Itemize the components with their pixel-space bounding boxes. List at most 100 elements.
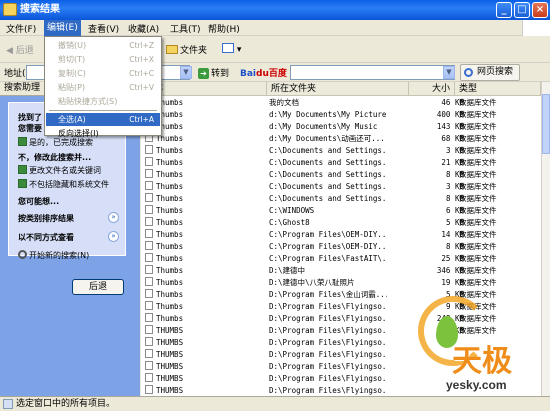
table-row[interactable]: Thumbs D:\建德中\八荣八耻照片 19 KB 数据库文件 xyxy=(141,277,541,289)
file-folder: d:\My Documents\My Music xyxy=(269,122,378,131)
views-button[interactable]: ▾ xyxy=(222,43,241,55)
table-row[interactable]: Thumbs d:\My Documents\My Music 143 KB 数据库文… xyxy=(141,121,541,133)
file-name: Thumbs xyxy=(145,253,269,265)
refine-title: 不，修改此搜索并... xyxy=(18,153,92,162)
web-search-label: 网页搜索 xyxy=(477,67,514,77)
file-folder: C:\Program Files\FastAIT\... xyxy=(269,254,387,263)
menu-view[interactable]: 查看(V) xyxy=(88,22,119,35)
file-icon xyxy=(145,229,153,238)
file-folder: d:\My Documents\动画还可... xyxy=(269,134,385,143)
file-folder: D:\Program Files\金山词霸... xyxy=(269,290,387,299)
table-row[interactable]: Thumbs C:\WINDOWS 6 KB 数据库文件 xyxy=(141,205,541,217)
menu-item[interactable]: 剪切(T) Ctrl+X xyxy=(46,53,160,66)
menu-item[interactable]: 反向选择(I) xyxy=(46,127,160,140)
search-dropdown[interactable]: ▼ xyxy=(443,66,455,79)
windows-logo-icon xyxy=(522,20,550,36)
file-name: Thumbs xyxy=(145,313,269,325)
table-row[interactable]: Thumbs C:\Program Files\FastAIT\... 25 KB 数… xyxy=(141,253,541,265)
file-name-text: Thumbs xyxy=(156,314,184,323)
menu-tools[interactable]: 工具(T) xyxy=(170,22,201,35)
found-text-2: 您需要 xyxy=(18,124,42,133)
title-bar[interactable]: 搜索结果 _ □ × xyxy=(0,0,550,20)
file-name: Thumbs xyxy=(145,109,269,121)
file-name: Thumbs xyxy=(145,181,269,193)
file-folder: D:\Program Files\Flyingso... xyxy=(269,350,387,359)
new-search-link[interactable]: 开始新的搜索(N) xyxy=(18,250,89,261)
watermark-site: yesky.com xyxy=(446,378,507,392)
menu-item-label: 复制(C) xyxy=(58,69,86,78)
sort-by-category[interactable]: 按类别排序结果 xyxy=(18,213,74,224)
refine-exclude-hidden[interactable]: 不包括隐藏和系统文件 xyxy=(18,179,109,190)
table-row[interactable]: Thumbs C:\Documents and Settings... 21 KB 数… xyxy=(141,157,541,169)
file-name-text: Thumbs xyxy=(156,290,184,299)
baidu-suffix: 百度 xyxy=(268,69,287,79)
file-name-text: Thumbs xyxy=(156,266,184,275)
table-row[interactable]: Thumbs d:\My Documents\My Pictures 400 KB 数… xyxy=(141,109,541,121)
baidu-search-input[interactable] xyxy=(290,65,455,80)
assistant-back-button[interactable]: 后退 xyxy=(72,279,124,295)
file-name-text: Thumbs xyxy=(156,254,184,263)
file-type: 数据库文件 xyxy=(459,242,497,251)
file-icon xyxy=(145,145,153,154)
menu-item[interactable]: 复制(C) Ctrl+C xyxy=(46,67,160,80)
table-row[interactable]: Thumbs 我的文档 46 KB 数据库文件 xyxy=(141,97,541,109)
table-row[interactable]: Thumbs C:\Documents and Settings... 8 KB 数据… xyxy=(141,193,541,205)
file-name-text: THUMBS xyxy=(156,338,184,347)
expand-view-icon[interactable]: » xyxy=(108,231,119,242)
file-icon xyxy=(145,289,153,298)
back-toolbar-button[interactable]: ◀ 后退 xyxy=(6,43,34,56)
table-row[interactable]: Thumbs C:\Documents and Settings... 8 KB 数据… xyxy=(141,169,541,181)
table-row[interactable]: Thumbs D:\建德中 346 KB 数据库文件 xyxy=(141,265,541,277)
scroll-thumb[interactable] xyxy=(542,94,550,154)
menu-file[interactable]: 文件(F) xyxy=(6,22,36,35)
go-button[interactable]: ➔ 转到 xyxy=(198,66,229,79)
refine-change-name[interactable]: 更改文件名或关键词 xyxy=(18,165,101,176)
file-icon xyxy=(145,241,153,250)
file-icon xyxy=(145,265,153,274)
file-icon xyxy=(145,253,153,262)
new-search-label: 开始新的搜索(N) xyxy=(29,251,90,260)
file-icon xyxy=(145,325,153,334)
table-row[interactable]: Thumbs C:\Documents and Settings... 3 KB 数据… xyxy=(141,145,541,157)
file-folder: C:\WINDOWS xyxy=(269,206,315,215)
menu-item-shortcut: Ctrl+A xyxy=(129,115,154,124)
baidu-du: du xyxy=(256,69,269,79)
table-row[interactable]: Thumbs d:\My Documents\动画还可... 68 KB 数据库文件 xyxy=(141,133,541,145)
file-folder: 我的文档 xyxy=(269,98,299,107)
search-dog-icon xyxy=(18,250,27,259)
menu-item[interactable]: 全选(A) Ctrl+A xyxy=(46,113,160,126)
menu-item[interactable]: 粘贴快捷方式(S) xyxy=(46,95,160,108)
address-dropdown[interactable]: ▼ xyxy=(180,66,192,79)
web-search-button[interactable]: 网页搜索 ▾ xyxy=(460,64,520,92)
file-name: Thumbs xyxy=(145,193,269,205)
menu-item[interactable]: 撤销(U) Ctrl+Z xyxy=(46,39,160,52)
file-folder: D:\建德中 xyxy=(269,266,306,275)
file-name: Thumbs xyxy=(145,157,269,169)
file-name-text: THUMBS xyxy=(156,362,184,371)
file-folder: C:\Ghost8 xyxy=(269,218,310,227)
file-icon xyxy=(145,313,153,322)
menu-favorites[interactable]: 收藏(A) xyxy=(128,22,159,35)
table-row[interactable]: Thumbs C:\Program Files\OEM-DIY... 8 KB 数据库… xyxy=(141,241,541,253)
menu-edit[interactable]: 编辑(E) xyxy=(44,20,81,36)
table-row[interactable]: Thumbs C:\Documents and Settings... 3 KB 数据… xyxy=(141,181,541,193)
arrow-icon xyxy=(18,137,27,146)
view-differently[interactable]: 以不同方式查看 xyxy=(18,232,74,243)
menu-help[interactable]: 帮助(H) xyxy=(208,22,240,35)
table-row[interactable]: Thumbs C:\Program Files\OEM-DIY... 14 KB 数据… xyxy=(141,229,541,241)
folders-button[interactable]: 文件夹 xyxy=(166,43,207,56)
expand-sort-icon[interactable]: » xyxy=(108,212,119,223)
column-size[interactable]: 大小 xyxy=(409,82,455,96)
file-type: 数据库文件 xyxy=(459,278,497,287)
file-type: 数据库文件 xyxy=(459,110,497,119)
file-icon xyxy=(145,157,153,166)
column-folder[interactable]: 所在文件夹 xyxy=(267,82,409,96)
close-button[interactable]: × xyxy=(532,2,548,18)
status-icon xyxy=(3,399,13,409)
column-type[interactable]: 类型 xyxy=(455,82,541,96)
maximize-button[interactable]: □ xyxy=(514,2,530,18)
table-row[interactable]: Thumbs C:\Ghost8 5 KB 数据库文件 xyxy=(141,217,541,229)
menu-item[interactable]: 粘贴(P) Ctrl+V xyxy=(46,81,160,94)
back-label: 后退 xyxy=(15,46,34,56)
minimize-button[interactable]: _ xyxy=(496,2,512,18)
